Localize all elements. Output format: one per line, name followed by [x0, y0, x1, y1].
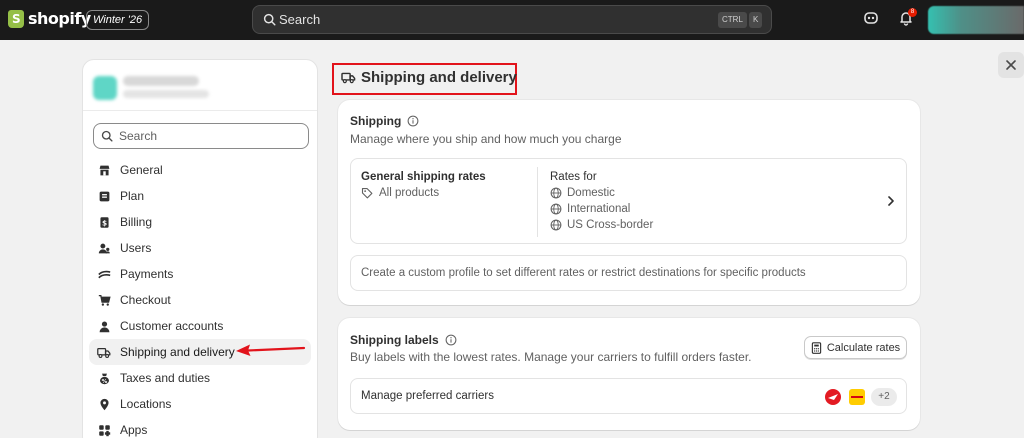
sidebar-item-general[interactable]: General [89, 157, 311, 183]
region-us-cross-border: US Cross-border [550, 219, 653, 231]
global-search-label: Search [279, 12, 321, 27]
sidebar-item-label: Users [120, 241, 152, 255]
shipping-subtitle: Manage where you ship and how much you c… [350, 132, 622, 146]
search-icon [101, 130, 113, 142]
more-carriers-badge: +2 [871, 388, 897, 406]
settings-search-placeholder: Search [119, 129, 158, 143]
general-rates-title: General shipping rates [361, 171, 486, 183]
general-rates-scope: All products [361, 187, 439, 199]
settings-search-input[interactable]: Search [93, 123, 309, 149]
sidekick-icon[interactable] [863, 10, 879, 26]
store-url-blurred [123, 90, 209, 98]
rates-for-label: Rates for [550, 171, 597, 183]
plan-icon [97, 189, 111, 203]
location-icon [97, 397, 111, 411]
notification-badge: 8 [908, 8, 917, 17]
settings-nav: General Plan $ Billing Users Payments Ch… [89, 157, 311, 438]
shipping-card: Shipping Manage where you ship and how m… [338, 100, 920, 305]
manage-carriers-row[interactable]: Manage preferred carriers +2 [350, 378, 907, 414]
truck-icon [341, 72, 356, 84]
global-search[interactable]: Search CTRL K [252, 5, 772, 34]
region-label: US Cross-border [567, 219, 654, 231]
shopify-logo[interactable]: shopify [8, 9, 91, 28]
billing-icon: $ [97, 215, 111, 229]
payments-icon [97, 267, 111, 281]
calculate-rates-button[interactable]: Calculate rates [804, 336, 907, 359]
region-label: International [567, 203, 631, 215]
cart-icon [97, 293, 111, 307]
rates-divider [537, 167, 538, 237]
info-icon[interactable] [407, 115, 419, 127]
sidebar-item-label: Customer accounts [120, 319, 224, 333]
region-label: Domestic [567, 187, 615, 199]
sidebar-item-label: Plan [120, 189, 145, 203]
sidebar-item-label: Apps [120, 423, 148, 437]
sidebar-item-plan[interactable]: Plan [89, 183, 311, 209]
top-bar: shopify Winter '26 Search CTRL K 8 [0, 0, 1024, 40]
shipping-labels-card: Shipping labels Buy labels with the lowe… [338, 318, 920, 430]
users-icon [97, 241, 111, 255]
sidebar-item-label: Billing [120, 215, 153, 229]
apps-icon [97, 423, 111, 437]
general-rates-scope-text: All products [379, 187, 440, 199]
store-name-blurred [123, 76, 199, 86]
sidebar-item-payments[interactable]: Payments [89, 261, 311, 287]
custom-profile-row[interactable]: Create a custom profile to set different… [350, 255, 907, 291]
sidebar-item-checkout[interactable]: Checkout [89, 287, 311, 313]
globe-icon [550, 219, 562, 231]
calculate-rates-label: Calculate rates [826, 341, 901, 354]
store-icon [97, 163, 111, 177]
general-shipping-rates-row[interactable]: General shipping rates All products Rate… [350, 158, 907, 244]
region-domestic: Domestic [550, 187, 615, 199]
edition-badge[interactable]: Winter '26 [86, 10, 150, 30]
taxes-icon: % [97, 371, 111, 385]
logo-text: shopify [28, 9, 91, 28]
settings-sidebar: Search General Plan $ Billing Users Paym… [82, 59, 318, 438]
sidebar-item-apps[interactable]: Apps [89, 417, 311, 438]
sidebar-item-label: Locations [120, 397, 172, 411]
svg-text:%: % [101, 378, 107, 384]
sidebar-item-customer-accounts[interactable]: Customer accounts [89, 313, 311, 339]
globe-icon [550, 203, 562, 215]
svg-text:$: $ [101, 218, 106, 227]
close-button[interactable] [998, 52, 1024, 78]
globe-icon [550, 187, 562, 199]
store-switcher[interactable] [83, 60, 317, 111]
sidebar-item-users[interactable]: Users [89, 235, 311, 261]
page-title: Shipping and delivery [341, 69, 517, 86]
truck-icon [97, 345, 111, 359]
page-title-text: Shipping and delivery [361, 69, 517, 86]
dhl-logo-icon [849, 389, 865, 405]
search-icon [263, 13, 276, 26]
sidebar-item-label: Payments [120, 267, 174, 281]
sidebar-item-label: Shipping and delivery [120, 345, 235, 359]
canada-post-logo-icon [825, 389, 841, 405]
shipping-heading: Shipping [350, 114, 419, 128]
calculator-icon [811, 341, 821, 354]
shipping-labels-title: Shipping labels [350, 333, 439, 347]
sidebar-item-label: General [120, 163, 163, 177]
tag-icon [361, 187, 373, 199]
sidebar-item-locations[interactable]: Locations [89, 391, 311, 417]
sidebar-item-label: Taxes and duties [120, 371, 211, 385]
person-icon [97, 319, 111, 333]
region-international: International [550, 203, 630, 215]
shipping-title: Shipping [350, 114, 402, 128]
annotation-arrow [236, 344, 306, 356]
shipping-labels-subtitle: Buy labels with the lowest rates. Manage… [350, 350, 752, 364]
shortcut-k: K [749, 12, 763, 28]
info-icon[interactable] [445, 334, 457, 346]
sidebar-item-taxes-and-duties[interactable]: % Taxes and duties [89, 365, 311, 391]
sidebar-item-label: Checkout [120, 293, 171, 307]
close-icon [1006, 60, 1016, 70]
chevron-right-icon[interactable] [886, 195, 896, 207]
manage-carriers-label: Manage preferred carriers [361, 390, 494, 402]
shopify-bag-icon [8, 9, 24, 28]
shipping-labels-heading: Shipping labels [350, 333, 457, 347]
custom-profile-text: Create a custom profile to set different… [361, 267, 806, 279]
sidebar-item-billing[interactable]: $ Billing [89, 209, 311, 235]
shortcut-ctrl: CTRL [718, 12, 747, 28]
account-avatar[interactable] [928, 6, 1024, 34]
store-avatar [93, 76, 117, 100]
